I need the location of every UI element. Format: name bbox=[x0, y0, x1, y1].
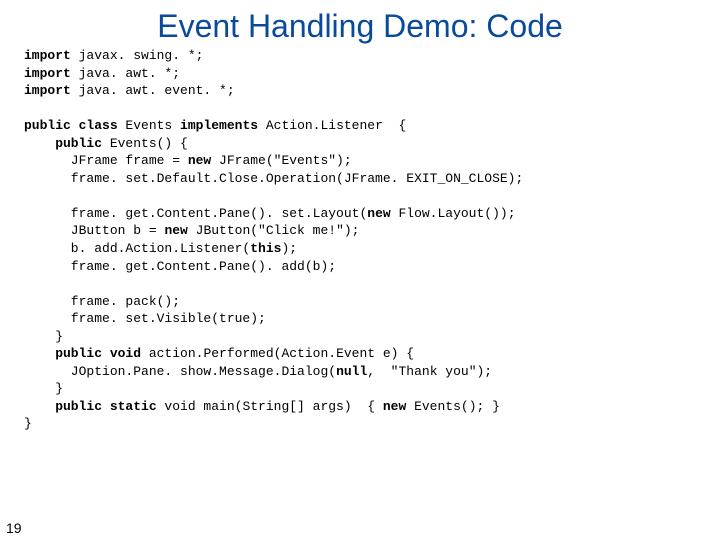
code-text: JButton("Click me!"); bbox=[188, 223, 360, 238]
kw-null: null bbox=[336, 364, 367, 379]
code-text: Events() { bbox=[102, 136, 188, 151]
code-block: import javax. swing. *; import java. awt… bbox=[24, 47, 720, 433]
kw-public-static: public static bbox=[24, 399, 157, 414]
code-text: javax. swing. *; bbox=[71, 48, 204, 63]
code-text: Action.Listener { bbox=[258, 118, 406, 133]
code-text: JFrame("Events"); bbox=[211, 153, 351, 168]
code-text: } bbox=[24, 329, 63, 344]
code-text: } bbox=[24, 381, 63, 396]
code-text: Flow.Layout()); bbox=[391, 206, 516, 221]
code-text: JFrame frame = bbox=[24, 153, 188, 168]
kw-new: new bbox=[383, 399, 406, 414]
kw-public-void: public void bbox=[24, 346, 141, 361]
kw-import: import bbox=[24, 66, 71, 81]
code-text: void main(String[] args) { bbox=[157, 399, 383, 414]
code-text: , "Thank you"); bbox=[367, 364, 492, 379]
code-text: b. add.Action.Listener( bbox=[24, 241, 250, 256]
code-text: frame. get.Content.Pane(). set.Layout( bbox=[24, 206, 367, 221]
code-text: Events(); } bbox=[406, 399, 500, 414]
kw-this: this bbox=[250, 241, 281, 256]
kw-public-class: public class bbox=[24, 118, 118, 133]
kw-new: new bbox=[164, 223, 187, 238]
kw-public: public bbox=[24, 136, 102, 151]
code-text: java. awt. event. *; bbox=[71, 83, 235, 98]
kw-import: import bbox=[24, 83, 71, 98]
page-number: 19 bbox=[6, 520, 22, 536]
kw-import: import bbox=[24, 48, 71, 63]
slide-title: Event Handling Demo: Code bbox=[0, 8, 720, 45]
code-text: JButton b = bbox=[24, 223, 164, 238]
code-text: ); bbox=[281, 241, 297, 256]
code-text: } bbox=[24, 416, 32, 431]
code-text: frame. set.Visible(true); bbox=[24, 311, 266, 326]
code-text: java. awt. *; bbox=[71, 66, 180, 81]
code-text: frame. set.Default.Close.Operation(JFram… bbox=[24, 171, 523, 186]
code-text: frame. pack(); bbox=[24, 294, 180, 309]
kw-new: new bbox=[367, 206, 390, 221]
kw-new: new bbox=[188, 153, 211, 168]
code-text: Events bbox=[118, 118, 180, 133]
code-text: JOption.Pane. show.Message.Dialog( bbox=[24, 364, 336, 379]
code-text: action.Performed(Action.Event e) { bbox=[141, 346, 414, 361]
kw-implements: implements bbox=[180, 118, 258, 133]
code-text: frame. get.Content.Pane(). add(b); bbox=[24, 259, 336, 274]
